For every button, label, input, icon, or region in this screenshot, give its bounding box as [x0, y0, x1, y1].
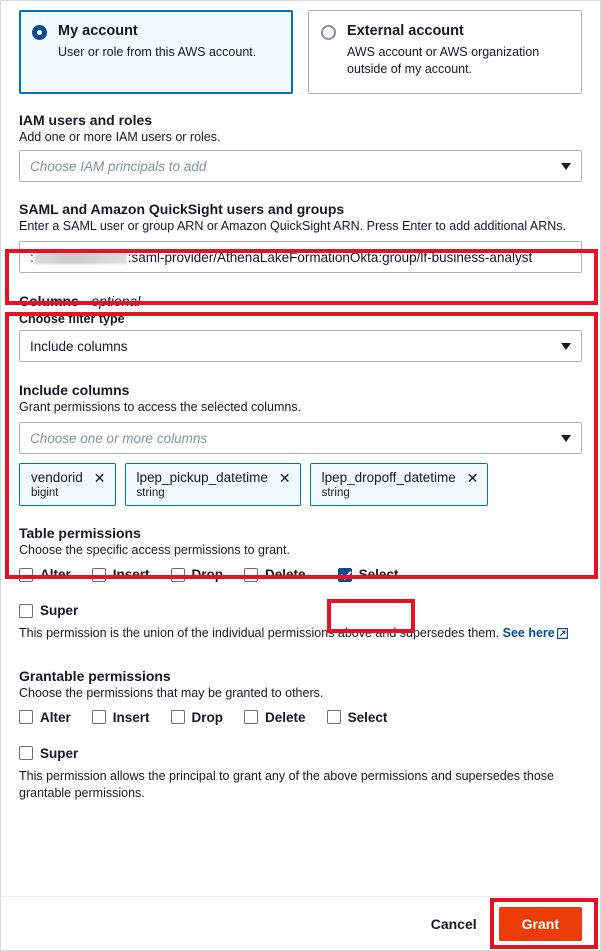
column-chip-type: bigint: [31, 487, 59, 499]
saml-label: SAML and Amazon QuickSight users and gro…: [19, 201, 345, 217]
cancel-button[interactable]: Cancel: [431, 916, 477, 932]
table-permission-delete[interactable]: Delete: [244, 567, 306, 582]
my-account-title: My account: [58, 23, 138, 39]
checkbox-label: Delete: [265, 567, 306, 582]
saml-section: SAML and Amazon QuickSight users and gro…: [1, 201, 600, 273]
table-permission-super[interactable]: Super: [19, 603, 561, 618]
checkbox[interactable]: [244, 567, 259, 582]
checkbox[interactable]: [91, 710, 106, 725]
redacted-account-id: [34, 250, 127, 264]
grantable-permissions-label: Grantable permissions: [19, 667, 171, 684]
checkbox-label: Insert: [112, 567, 150, 582]
radio-my-account[interactable]: [32, 25, 47, 40]
checkbox[interactable]: [170, 567, 185, 582]
selected-columns-chips: vendorid ✕ bigint lpep_pickup_datetime ✕…: [19, 463, 582, 506]
column-chip-name: lpep_dropoff_datetime: [321, 470, 456, 485]
grant-button[interactable]: Grant: [498, 907, 582, 941]
table-permission-insert[interactable]: Insert: [91, 567, 150, 582]
form-footer: Cancel Grant: [1, 897, 600, 951]
checkbox-label: Select: [347, 709, 388, 725]
grantable-permissions-section: Grantable permissions Choose the permiss…: [1, 668, 600, 802]
grantable-permissions-hint: Choose the permissions that may be grant…: [19, 685, 324, 700]
column-chip[interactable]: lpep_pickup_datetime ✕ string: [124, 463, 301, 506]
grantable-permissions-checkbox-row: Alter Insert Drop Delete Select: [19, 710, 582, 725]
checkbox[interactable]: [19, 603, 33, 618]
checkbox[interactable]: [170, 710, 185, 725]
checkbox-label: Insert: [112, 709, 150, 725]
checkbox-label: Alter: [40, 709, 71, 725]
iam-principals-select[interactable]: Choose IAM principals to add: [19, 150, 582, 182]
external-link-icon: [556, 627, 568, 644]
checkbox[interactable]: [337, 567, 352, 582]
grant-permissions-form: My account User or role from this AWS ac…: [0, 0, 601, 951]
column-chip-type: string: [321, 487, 350, 499]
checkbox[interactable]: [19, 746, 33, 761]
checkbox-label: Super: [40, 745, 79, 761]
checkbox[interactable]: [326, 710, 341, 725]
table-super-note: This permission is the union of the indi…: [19, 625, 582, 644]
radio-external-account[interactable]: [321, 25, 336, 40]
close-icon[interactable]: ✕: [279, 471, 291, 485]
filter-type-select[interactable]: Include columns: [19, 330, 582, 362]
include-columns-label: Include columns: [19, 382, 130, 398]
close-icon[interactable]: ✕: [94, 471, 106, 485]
include-columns-hint: Grant permissions to access the selected…: [19, 400, 302, 414]
column-chip-type: string: [136, 487, 165, 499]
table-permission-alter[interactable]: Alter: [19, 567, 71, 582]
saml-arn-value: ::saml-provider/AthenaLakeFormationOkta:…: [30, 249, 533, 265]
grantable-permission-alter[interactable]: Alter: [19, 710, 71, 725]
grantable-permission-delete[interactable]: Delete: [244, 710, 306, 725]
column-chip[interactable]: vendorid ✕ bigint: [19, 463, 116, 506]
chevron-down-icon: [561, 342, 571, 350]
filter-type-label: Choose filter type: [19, 312, 125, 326]
checkbox[interactable]: [244, 710, 259, 725]
checkbox-label: Select: [358, 567, 399, 582]
account-card-external-account[interactable]: External account AWS account or AWS orga…: [308, 10, 582, 94]
see-here-link[interactable]: See here: [503, 626, 555, 640]
column-chip-name: lpep_pickup_datetime: [136, 470, 268, 485]
external-account-description: AWS account or AWS organization outside …: [347, 44, 540, 76]
checkbox[interactable]: [19, 710, 33, 725]
account-card-my-account[interactable]: My account User or role from this AWS ac…: [19, 10, 293, 94]
iam-hint: Add one or more IAM users or roles.: [19, 130, 221, 144]
table-permissions-section: Table permissions Choose the specific ac…: [1, 525, 600, 644]
checkbox[interactable]: [91, 567, 106, 582]
include-columns-select[interactable]: Choose one or more columns: [19, 422, 582, 454]
external-account-title: External account: [347, 23, 464, 39]
chevron-down-icon: [561, 162, 571, 170]
grantable-super-note: This permission allows the principal to …: [19, 768, 555, 800]
checkbox-label: Drop: [191, 567, 224, 582]
table-super-note-text: This permission is the union of the indi…: [19, 626, 500, 640]
include-columns-placeholder: Choose one or more columns: [30, 430, 208, 446]
saml-hint: Enter a SAML user or group ARN or Amazon…: [19, 219, 567, 233]
table-permissions-checkbox-row: Alter Insert Drop Delete Select: [19, 567, 582, 582]
iam-principals-placeholder: Choose IAM principals to add: [30, 158, 207, 174]
checkbox-label: Drop: [191, 709, 224, 725]
filter-type-value: Include columns: [30, 338, 128, 354]
columns-section: Columns - optional Choose filter type In…: [1, 293, 600, 506]
columns-label: Columns - optional: [19, 293, 141, 309]
column-chip[interactable]: lpep_dropoff_datetime ✕ string: [309, 463, 489, 506]
chevron-down-icon: [561, 434, 571, 442]
checkbox-label: Super: [40, 603, 79, 618]
saml-arn-input[interactable]: ::saml-provider/AthenaLakeFormationOkta:…: [19, 241, 582, 273]
column-chip-name: vendorid: [31, 470, 83, 485]
table-permissions-label: Table permissions: [19, 525, 141, 541]
table-permission-drop[interactable]: Drop: [170, 567, 224, 582]
checkbox[interactable]: [19, 567, 33, 582]
iam-principals-section: IAM users and roles Add one or more IAM …: [1, 112, 600, 182]
grantable-permission-insert[interactable]: Insert: [91, 709, 150, 725]
iam-label: IAM users and roles: [19, 112, 153, 128]
grantable-permission-drop[interactable]: Drop: [170, 709, 224, 725]
my-account-description: User or role from this AWS account.: [58, 44, 257, 59]
table-permission-select[interactable]: Select: [337, 567, 399, 582]
table-permissions-hint: Choose the specific access permissions t…: [19, 543, 290, 557]
checkbox-label: Alter: [40, 567, 71, 582]
grantable-permission-select[interactable]: Select: [326, 709, 388, 725]
close-icon[interactable]: ✕: [467, 471, 479, 485]
account-type-selector: My account User or role from this AWS ac…: [1, 1, 600, 94]
grantable-permission-super[interactable]: Super: [19, 746, 561, 761]
checkbox-label: Delete: [265, 709, 306, 725]
